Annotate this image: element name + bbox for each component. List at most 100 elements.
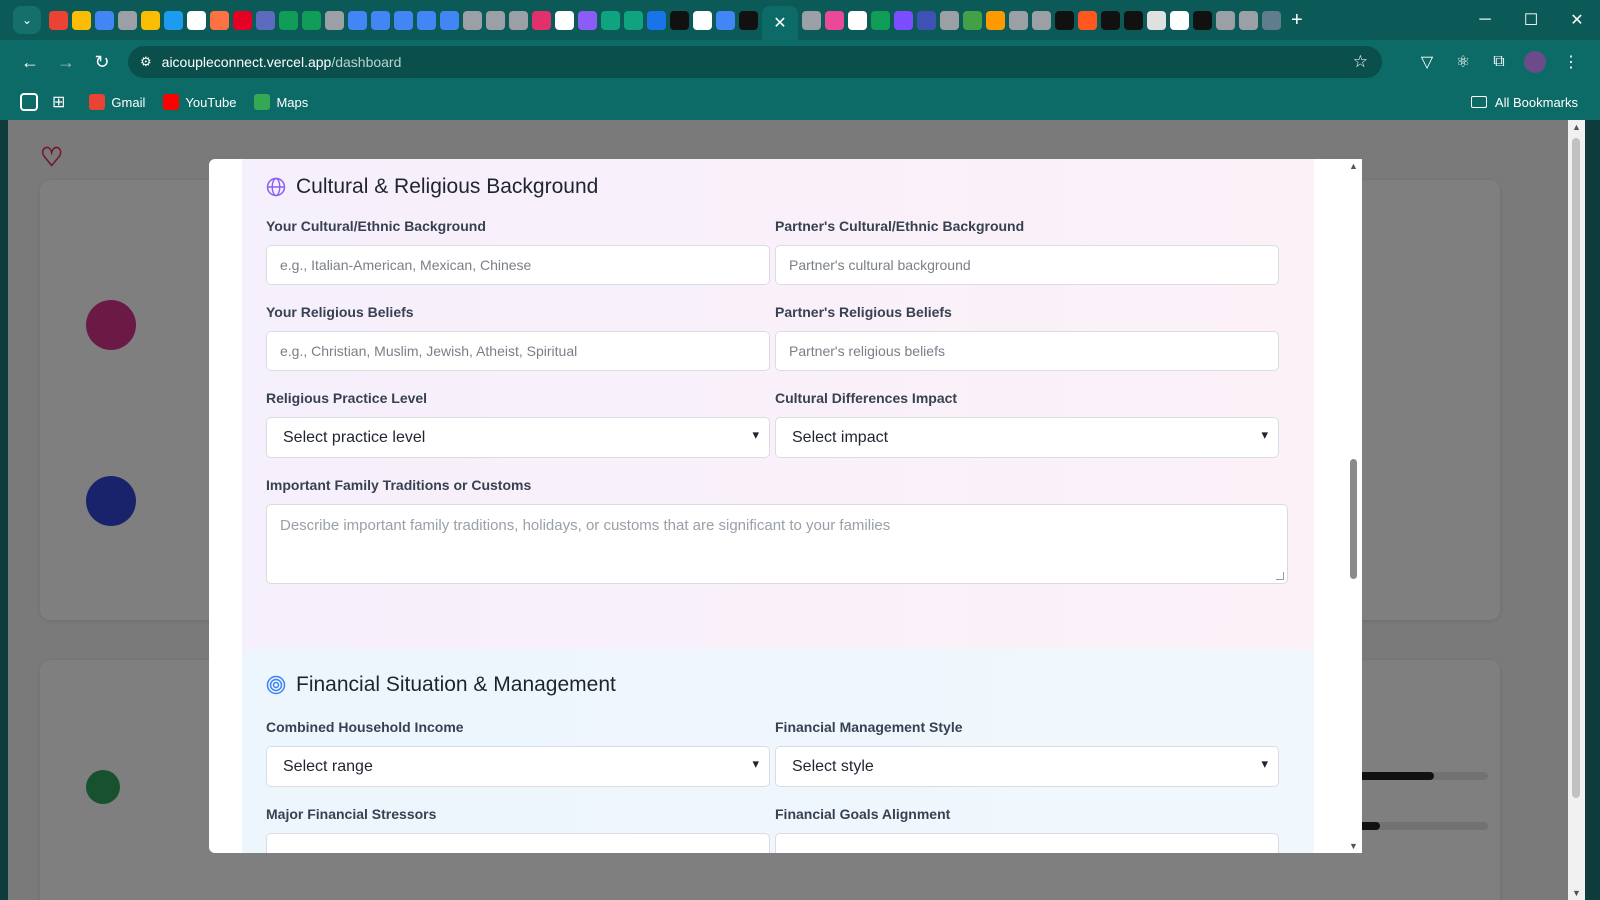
tab-favicon-icon[interactable] [1170,10,1189,30]
tab-search-button[interactable]: ⌄ [13,6,41,34]
tab-favicon-icon[interactable] [325,10,344,30]
bookmark-gmail[interactable]: Gmail [89,94,145,110]
partner-background-input[interactable]: Partner's cultural background [775,245,1279,285]
scroll-down-arrow-icon[interactable]: ▼ [1572,888,1581,898]
tab-favicon-icon[interactable] [1239,10,1258,30]
income-select[interactable]: Select range ▾ [266,746,770,787]
modal-scroll-thumb[interactable] [1350,459,1357,579]
scroll-up-arrow-icon[interactable]: ▲ [1572,122,1581,132]
tab-favicon-icon[interactable] [917,10,936,30]
tab-favicon-icon[interactable] [463,10,482,30]
tab-favicon-icon[interactable] [647,10,666,30]
menu-kebab-icon[interactable]: ⋮ [1560,52,1582,72]
profile-avatar[interactable] [1524,51,1546,73]
management-style-select[interactable]: Select style ▾ [775,746,1279,787]
tab-favicon-icon[interactable] [986,10,1005,30]
tab-strip: ⌄ ✕ + ─ ☐ ✕ [0,0,1600,40]
tab-favicon-icon[interactable] [187,10,206,30]
tab-favicon-icon[interactable] [1262,10,1281,30]
new-tab-icon[interactable]: + [1291,9,1303,32]
tab-favicon-icon[interactable] [348,10,367,30]
tab-favicon-icon[interactable] [233,10,252,30]
tab-favicon-icon[interactable] [1055,10,1074,30]
tab-favicon-icon[interactable] [371,10,390,30]
page-scroll-thumb[interactable] [1572,138,1580,798]
tab-favicon-icon[interactable] [141,10,160,30]
tab-favicon-icon[interactable] [1147,10,1166,30]
tab-favicon-icon[interactable] [118,10,137,30]
tab-favicon-icon[interactable] [624,10,643,30]
tab-favicon-icon[interactable] [1193,10,1212,30]
tab-favicon-icon[interactable] [670,10,689,30]
reload-icon[interactable]: ↻ [84,44,120,80]
tab-favicon-icon[interactable] [394,10,413,30]
tab-groups-icon[interactable] [20,93,38,111]
tab-favicon-icon[interactable] [802,10,821,30]
modal-scrollbar[interactable]: ▲ ▼ [1345,159,1362,853]
assessment-modal: Cultural & Religious Background Your Cul… [209,159,1362,853]
close-window-icon[interactable]: ✕ [1554,0,1600,40]
tab-favicon-icon[interactable] [601,10,620,30]
traditions-textarea[interactable]: Describe important family traditions, ho… [266,504,1288,584]
bookmark-star-icon[interactable]: ☆ [1353,52,1368,72]
bookmark-maps[interactable]: Maps [254,94,308,110]
cultural-impact-select[interactable]: Select impact ▾ [775,417,1279,458]
practice-level-select[interactable]: Select practice level ▾ [266,417,770,458]
tab-favicon-icon[interactable] [417,10,436,30]
chevron-down-icon: ▾ [1261,427,1268,442]
tab-favicon-icon[interactable] [1032,10,1051,30]
tab-favicon-icon[interactable] [486,10,505,30]
extension-v-icon[interactable]: ▽ [1416,52,1438,72]
your-background-input[interactable]: e.g., Italian-American, Mexican, Chinese [266,245,770,285]
management-style-label: Financial Management Style [775,719,963,735]
tab-favicon-icon[interactable] [279,10,298,30]
tab-favicon-icon[interactable] [848,10,867,30]
active-tab-close-icon[interactable]: ✕ [762,6,798,40]
tab-favicon-icon[interactable] [693,10,712,30]
minimize-icon[interactable]: ─ [1462,0,1508,40]
resize-handle-icon[interactable] [1276,572,1284,580]
tab-favicon-icon[interactable] [440,10,459,30]
tab-favicon-icon[interactable] [578,10,597,30]
tab-favicon-icon[interactable] [509,10,528,30]
extension-react-icon[interactable]: ⚛ [1452,52,1474,72]
maximize-icon[interactable]: ☐ [1508,0,1554,40]
page-scrollbar[interactable]: ▲ ▼ [1568,120,1585,900]
tab-favicon-icon[interactable] [825,10,844,30]
bookmark-youtube[interactable]: YouTube [163,94,236,110]
tab-favicon-icon[interactable] [72,10,91,30]
tab-favicon-icon[interactable] [963,10,982,30]
tab-favicon-icon[interactable] [1101,10,1120,30]
tab-favicon-icon[interactable] [532,10,551,30]
all-bookmarks[interactable]: All Bookmarks [1470,95,1578,110]
tab-favicon-icon[interactable] [164,10,183,30]
tab-favicon-icon[interactable] [1078,10,1097,30]
stressors-input[interactable] [266,833,770,853]
tab-favicon-icon[interactable] [871,10,890,30]
tab-favicon-icon[interactable] [302,10,321,30]
scroll-down-arrow-icon[interactable]: ▼ [1349,841,1358,851]
tab-favicon-icon[interactable] [894,10,913,30]
tab-favicon-icon[interactable] [49,10,68,30]
back-arrow-icon[interactable]: ← [12,44,48,80]
tab-favicon-icon[interactable] [1124,10,1143,30]
site-info-icon[interactable]: ⚙ [140,54,152,70]
address-bar[interactable]: ⚙ aicoupleconnect.vercel.app/dashboard ☆ [128,46,1382,78]
tab-favicon-icon[interactable] [210,10,229,30]
extensions-puzzle-icon[interactable]: ⧉ [1488,53,1510,71]
tab-favicon-icon[interactable] [716,10,735,30]
scroll-up-arrow-icon[interactable]: ▲ [1349,161,1358,171]
tab-favicon-icon[interactable] [555,10,574,30]
tab-favicon-icon[interactable] [940,10,959,30]
tab-favicon-icon[interactable] [739,10,758,30]
browser-toolbar: ← → ↻ ⚙ aicoupleconnect.vercel.app/dashb… [0,40,1600,84]
goals-alignment-input[interactable] [775,833,1279,853]
tab-favicon-icon[interactable] [1216,10,1235,30]
partner-religion-input[interactable]: Partner's religious beliefs [775,331,1279,371]
tab-favicon-icon[interactable] [1009,10,1028,30]
tab-favicon-icon[interactable] [256,10,275,30]
forward-arrow-icon[interactable]: → [48,44,84,80]
your-religion-input[interactable]: e.g., Christian, Muslim, Jewish, Atheist… [266,331,770,371]
tab-favicon-icon[interactable] [95,10,114,30]
apps-grid-icon[interactable]: ⊞ [52,92,65,112]
